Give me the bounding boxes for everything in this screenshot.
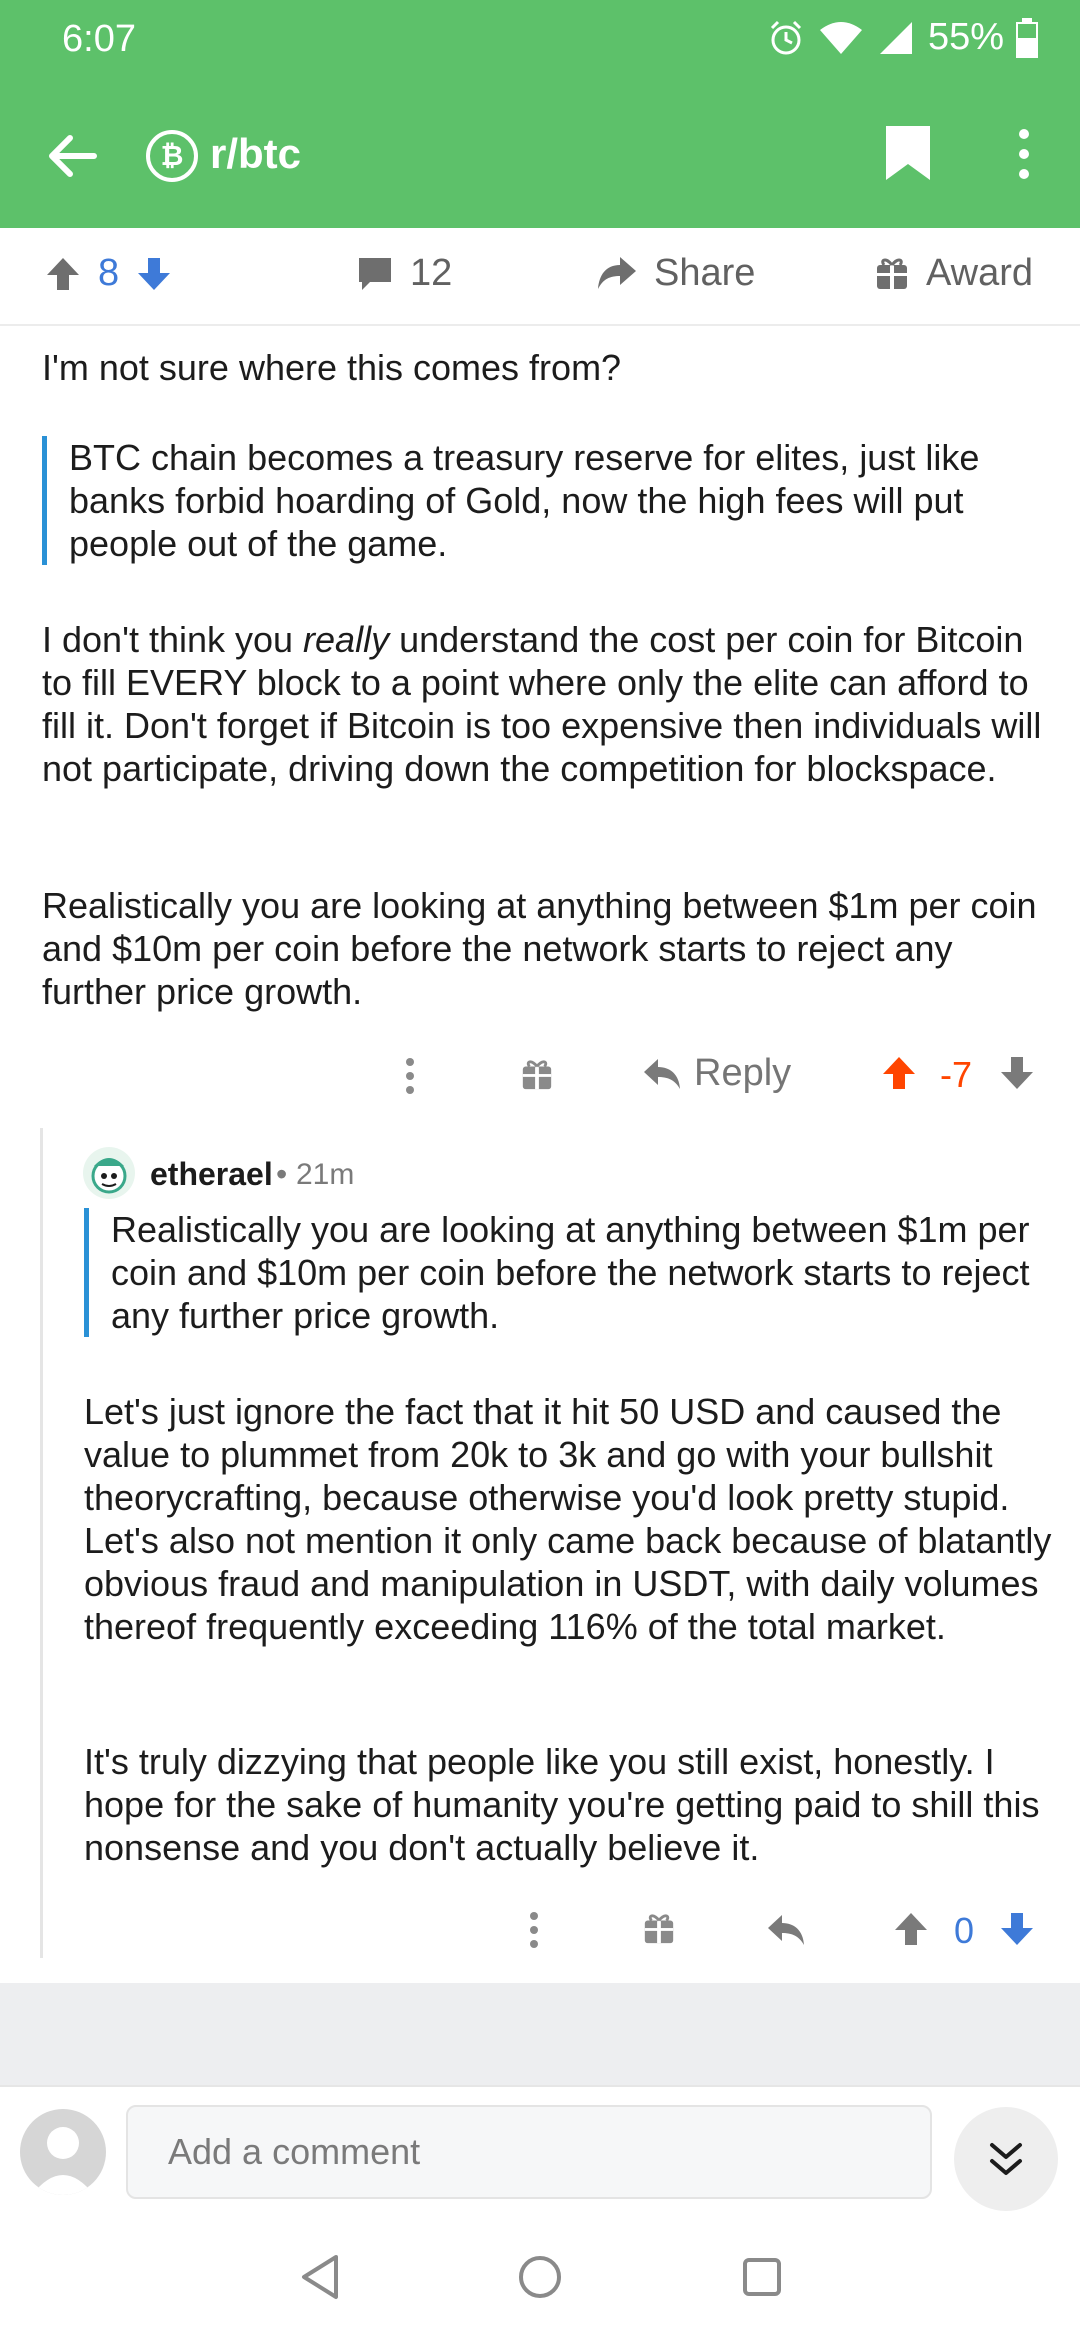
- subreddit-name[interactable]: r/btc: [210, 130, 301, 178]
- reply-author[interactable]: etherael: [150, 1156, 273, 1193]
- app-bar: ₿ r/btc: [0, 100, 1080, 210]
- collapse-threads-button[interactable]: [954, 2107, 1058, 2211]
- comment-composer: Add a comment: [0, 2085, 1080, 2215]
- comment-upvote-icon[interactable]: [880, 1054, 918, 1092]
- alarm-icon: [770, 20, 801, 54]
- reply-downvote-icon[interactable]: [998, 1910, 1036, 1948]
- post-score: 8: [98, 252, 120, 294]
- share-label: Share: [654, 252, 756, 294]
- status-time: 6:07: [62, 18, 136, 60]
- comment-quote: BTC chain becomes a treasury reserve for…: [42, 436, 1022, 565]
- reply-award-icon[interactable]: [642, 1912, 676, 1946]
- comment-downvote-icon[interactable]: [998, 1054, 1036, 1092]
- post-vote-group: 8: [44, 252, 173, 295]
- award-button[interactable]: Award: [874, 252, 1033, 295]
- reply-arrow-icon: [644, 1058, 680, 1089]
- post-action-bar: 8 12 Share Award: [0, 228, 1080, 326]
- more-options-icon[interactable]: [1012, 126, 1036, 182]
- nav-back-icon[interactable]: [298, 2253, 342, 2301]
- subreddit-icon[interactable]: ₿: [146, 130, 198, 182]
- gift-icon: [877, 258, 907, 289]
- award-label: Award: [926, 252, 1034, 294]
- reply-paragraph-1: Let's just ignore the fact that it hit 5…: [84, 1391, 1052, 1647]
- downvote-icon[interactable]: [135, 255, 173, 293]
- comment-intro: I'm not sure where this comes from?: [42, 347, 622, 388]
- reply-quote: Realistically you are looking at anythin…: [84, 1208, 1044, 1337]
- reply-to-reply-icon[interactable]: [766, 1912, 806, 1948]
- user-avatar-icon[interactable]: [82, 1146, 136, 1200]
- share-icon: [598, 256, 636, 289]
- back-arrow-icon[interactable]: [44, 128, 100, 184]
- default-avatar-icon: [32, 2127, 94, 2195]
- reply-age: 21m: [296, 1158, 355, 1191]
- share-button[interactable]: Share: [596, 252, 755, 295]
- signal-icon: [879, 21, 912, 54]
- reply-upvote-icon[interactable]: [892, 1910, 930, 1948]
- comment-paragraph-2: I don't think you really understand the …: [42, 619, 1042, 789]
- list-end-spacer: [0, 1983, 1080, 2085]
- comments-count: 12: [410, 252, 453, 294]
- status-icons: 55%: [766, 16, 1038, 59]
- comment-bubble-icon: [359, 257, 391, 290]
- comment-more-icon[interactable]: [400, 1056, 420, 1096]
- battery-icon: [1016, 17, 1038, 58]
- status-bar: 6:07 55%: [0, 0, 1080, 80]
- reply-button[interactable]: Reply: [642, 1052, 791, 1095]
- reply-score: 0: [954, 1910, 975, 1951]
- thread-indent-line: [40, 1128, 43, 1958]
- system-navigation-bar: [0, 2215, 1080, 2340]
- double-chevron-down-icon: [990, 2143, 1022, 2175]
- reply-separator: •: [276, 1156, 288, 1192]
- reply-label: Reply: [694, 1052, 792, 1094]
- wifi-icon: [819, 21, 862, 54]
- nav-recents-icon[interactable]: [742, 2257, 782, 2297]
- reply-paragraph-2: It's truly dizzying that people like you…: [84, 1741, 1040, 1868]
- my-avatar[interactable]: [20, 2109, 106, 2195]
- bookmark-icon[interactable]: [884, 124, 932, 182]
- comment-award-icon[interactable]: [520, 1058, 554, 1092]
- reply-more-icon[interactable]: [524, 1910, 544, 1950]
- battery-percent: 55%: [927, 16, 1004, 58]
- emphasis-text: really: [303, 619, 390, 660]
- comment-score: -7: [940, 1054, 973, 1095]
- comments-count-button[interactable]: 12: [356, 252, 452, 295]
- comment-paragraph-3: Realistically you are looking at anythin…: [42, 885, 1037, 1012]
- upvote-icon[interactable]: [44, 255, 82, 293]
- app-header: 6:07 55% ₿ r/btc: [0, 0, 1080, 228]
- nav-home-icon[interactable]: [518, 2255, 562, 2299]
- add-comment-input[interactable]: Add a comment: [126, 2105, 932, 2199]
